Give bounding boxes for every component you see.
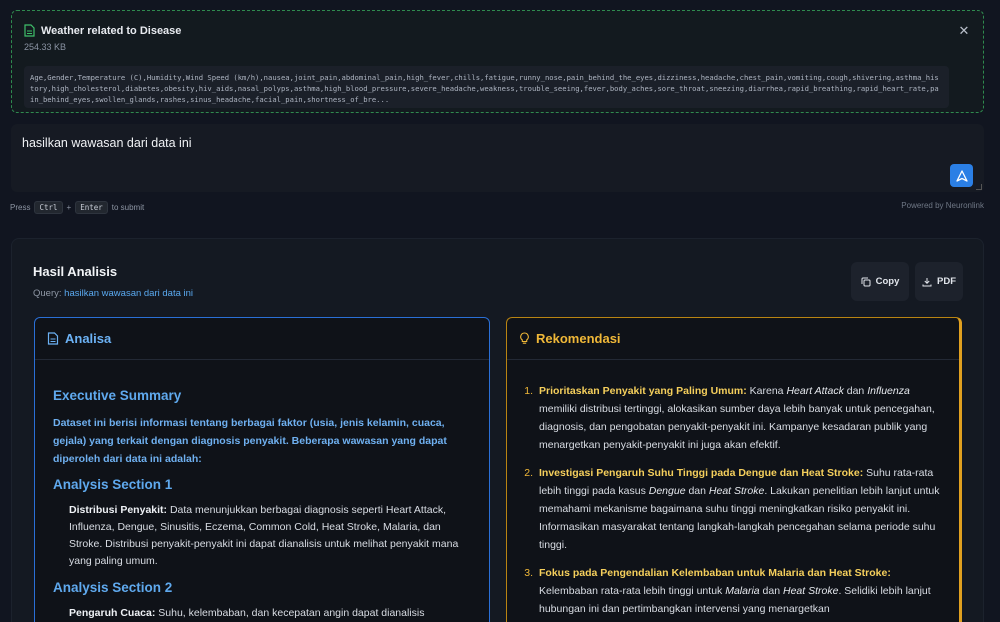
file-header: Weather related to Disease (24, 24, 181, 37)
app-frame: Weather related to Disease 254.33 KB ✕ A… (0, 0, 1000, 622)
analisa-body: Executive Summary Dataset ini berisi inf… (35, 360, 489, 622)
hint-suffix: to submit (111, 203, 145, 212)
kbd-enter: Enter (75, 201, 108, 214)
copy-button[interactable]: Copy (851, 262, 909, 301)
hint-plus: + (66, 203, 72, 212)
rekomendasi-title: Rekomendasi (536, 331, 621, 346)
section1-text: Distribusi Penyakit: Data menunjukkan be… (53, 502, 471, 570)
analisa-card: Analisa Executive Summary Dataset ini be… (34, 317, 490, 622)
powered-by: Powered by Neuronlink (901, 201, 984, 210)
list-item: 3. Fokus pada Pengendalian Kelembaban un… (521, 564, 943, 618)
pdf-button[interactable]: PDF (915, 262, 963, 301)
item-t2: dan (759, 585, 783, 597)
results-title: Hasil Analisis (33, 264, 118, 279)
item-number: 1. (524, 385, 533, 397)
item-i1: Dengue (648, 485, 686, 497)
rekomendasi-card: Rekomendasi 1. Prioritaskan Penyakit yan… (506, 317, 962, 622)
prompt-text[interactable]: hasilkan wawasan dari data ini (22, 136, 192, 150)
list-item: 2. Investigasi Pengaruh Suhu Tinggi pada… (521, 464, 943, 554)
document-icon (47, 332, 59, 345)
close-icon[interactable]: ✕ (957, 24, 971, 38)
item-i1: Malaria (725, 585, 760, 597)
item-number: 3. (524, 567, 533, 579)
section2-body: Suhu, kelembaban, dan kecepatan angin da… (155, 607, 425, 619)
download-icon (922, 277, 932, 286)
results-panel: Hasil Analisis Query: hasilkan wawasan d… (11, 238, 984, 622)
section2-lead: Pengaruh Cuaca: (69, 607, 156, 619)
send-icon (955, 169, 968, 182)
list-item: 1. Prioritaskan Penyakit yang Paling Umu… (521, 382, 943, 454)
item-i2: Influenza (867, 385, 910, 397)
rekomendasi-list: 1. Prioritaskan Penyakit yang Paling Umu… (507, 360, 959, 618)
send-button[interactable] (950, 164, 973, 187)
item-t1: Kelembaban rata-rata lebih tinggi untuk (539, 585, 726, 597)
item-i2: Heat Stroke (708, 485, 765, 497)
section2-text: Pengaruh Cuaca: Suhu, kelembaban, dan ke… (53, 605, 471, 622)
item-lead: Fokus pada Pengendalian Kelembaban untuk… (539, 567, 891, 579)
exec-summary-title: Executive Summary (53, 388, 182, 403)
item-t3: memiliki distribusi tertinggi, alokasika… (539, 403, 935, 451)
item-t2: dan (843, 385, 868, 397)
prompt-input[interactable]: hasilkan wawasan dari data ini (11, 124, 984, 192)
item-text: Prioritaskan Penyakit yang Paling Umum: … (539, 382, 943, 454)
query-value: hasilkan wawasan dari data ini (64, 288, 194, 299)
resize-handle[interactable] (976, 184, 982, 190)
item-text: Fokus pada Pengendalian Kelembaban untuk… (539, 564, 943, 618)
copy-icon (861, 277, 871, 286)
section1-title: Analysis Section 1 (53, 477, 173, 492)
file-size: 254.33 KB (24, 42, 67, 52)
results-query: Query: hasilkan wawasan dari data ini (33, 288, 193, 299)
file-name: Weather related to Disease (41, 24, 182, 37)
analisa-header: Analisa (35, 318, 489, 360)
analisa-title: Analisa (65, 331, 112, 346)
hint-press: Press (10, 203, 31, 212)
pdf-label: PDF (937, 276, 956, 287)
section1-lead: Distribusi Penyakit: (69, 504, 168, 516)
copy-label: Copy (875, 276, 900, 287)
kbd-ctrl: Ctrl (34, 201, 63, 214)
item-i2: Heat Stroke (783, 585, 839, 597)
lightbulb-icon (520, 332, 529, 344)
item-text: Investigasi Pengaruh Suhu Tinggi pada De… (539, 464, 943, 554)
rekomendasi-header: Rekomendasi (507, 318, 959, 360)
item-t2: dan (685, 485, 709, 497)
attached-file-card: Weather related to Disease 254.33 KB ✕ A… (11, 10, 984, 113)
item-i1: Heart Attack (786, 385, 844, 397)
item-t1: Karena (746, 385, 787, 397)
file-icon (24, 24, 35, 37)
file-preview: Age,Gender,Temperature (C),Humidity,Wind… (24, 66, 949, 108)
item-lead: Investigasi Pengaruh Suhu Tinggi pada De… (539, 467, 864, 479)
item-number: 2. (524, 467, 533, 479)
query-label: Query: (33, 288, 62, 299)
item-lead: Prioritaskan Penyakit yang Paling Umum: (539, 385, 747, 397)
exec-summary-text: Dataset ini berisi informasi tentang ber… (53, 417, 447, 465)
section2-title: Analysis Section 2 (53, 580, 173, 595)
submit-hint: Press Ctrl + Enter to submit (10, 201, 144, 214)
